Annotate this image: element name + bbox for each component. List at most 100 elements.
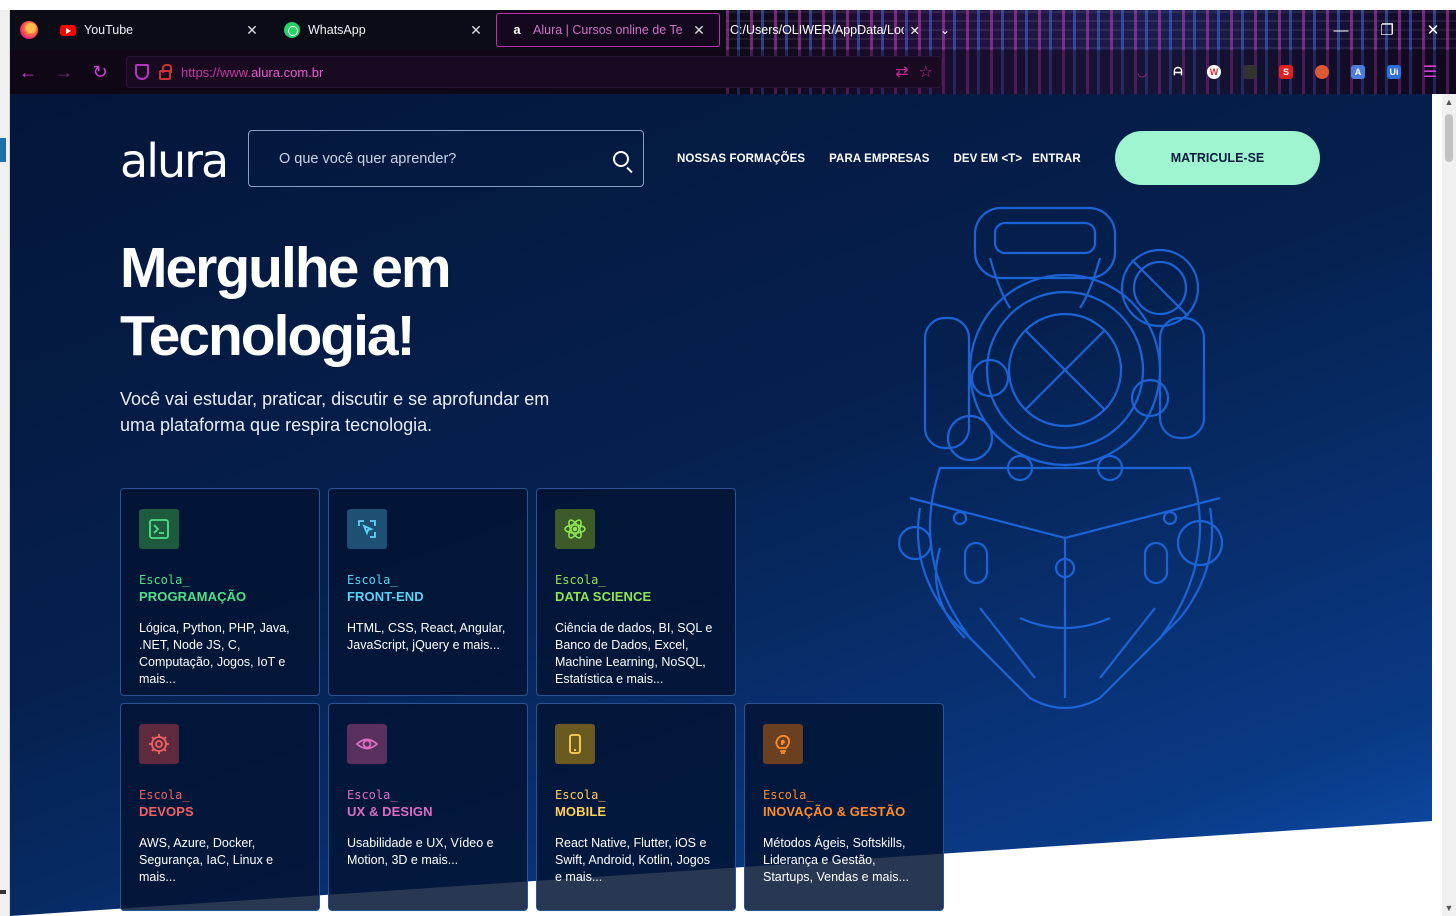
close-tab-icon[interactable]: ✕ xyxy=(468,22,484,39)
school-description: Lógica, Python, PHP, Java, .NET, Node JS… xyxy=(139,621,290,686)
tab-title: YouTube xyxy=(84,23,134,37)
tab-alura[interactable]: a Alura | Cursos online de Tecnol ✕ xyxy=(496,13,720,47)
school-prefix: Escola_ xyxy=(347,573,398,587)
school-card-front-end[interactable]: Escola_ FRONT-END HTML, CSS, React, Angu… xyxy=(328,488,528,696)
diving-helmet-illustration xyxy=(897,206,1224,709)
school-prefix: Escola_ xyxy=(555,573,606,587)
school-card-programacao[interactable]: Escola_ PROGRAMAÇÃO Lógica, Python, PHP,… xyxy=(120,488,320,696)
minimize-icon[interactable]: — xyxy=(1318,10,1364,50)
gear-icon xyxy=(139,724,179,764)
page-scrollbar[interactable]: ▲ ▼ xyxy=(1442,94,1456,916)
scrollbar-thumb[interactable] xyxy=(1445,114,1453,162)
web-page: alura O que você quer aprender? NOSSAS F… xyxy=(10,94,1432,916)
list-tabs-chevron-icon[interactable]: ⌄ xyxy=(930,10,960,50)
school-name: INOVAÇÃO & GESTÃO xyxy=(763,804,906,819)
lock-icon[interactable] xyxy=(159,63,172,80)
school-description: Usabilidade e UX, Vídeo e Motion, 3D e m… xyxy=(347,836,494,867)
hero-subtitle: Você vai estudar, praticar, discutir e s… xyxy=(120,389,550,435)
school-prefix: Escola_ xyxy=(555,788,606,802)
firefox-menu-button[interactable] xyxy=(10,10,48,50)
tab-whatsapp[interactable]: WhatsApp ✕ xyxy=(272,10,496,50)
tab-title: Alura | Cursos online de Tecnol xyxy=(533,23,683,37)
close-window-icon[interactable]: ✕ xyxy=(1410,10,1456,50)
search-input[interactable]: O que você quer aprender? xyxy=(248,130,644,187)
school-card-data-science[interactable]: Escola_ DATA SCIENCE Ciência de dados, B… xyxy=(536,488,736,696)
address-bar[interactable]: https://www.alura.com.br ⇄ ☆ xyxy=(126,56,942,88)
atom-icon xyxy=(555,509,595,549)
school-description: AWS, Azure, Docker, Segurança, IaC, Linu… xyxy=(139,836,274,884)
tab-youtube[interactable]: YouTube ✕ xyxy=(48,10,272,50)
navigation-toolbar: ← → ↻ https://www.alura.com.br ⇄ ☆ ◡ ᗩ W… xyxy=(10,50,1456,94)
menu-dev-em-t[interactable]: DEV EM <T> xyxy=(953,153,1022,165)
bookmark-star-icon[interactable]: ☆ xyxy=(919,62,933,82)
school-card-inovacao-gestao[interactable]: Escola_ INOVAÇÃO & GESTÃO Métodos Ágeis,… xyxy=(744,703,944,911)
cursor-frame-icon xyxy=(347,509,387,549)
extension-icon[interactable] xyxy=(1232,56,1268,88)
menu-para-empresas[interactable]: PARA EMPRESAS xyxy=(829,153,929,165)
menu-nossas-formacoes[interactable]: NOSSAS FORMAÇÕES xyxy=(677,153,805,165)
translate-extension-icon[interactable]: A xyxy=(1340,56,1376,88)
school-description: Ciência de dados, BI, SQL e Banco de Dad… xyxy=(555,621,713,686)
smartphone-icon xyxy=(555,724,595,764)
scroll-down-arrow-icon[interactable]: ▼ xyxy=(1442,900,1456,916)
extensions-area: ◡ ᗩ W S A Ui ☰ xyxy=(1124,56,1448,88)
scroll-up-arrow-icon[interactable]: ▲ xyxy=(1442,94,1456,110)
menu-entrar[interactable]: ENTRAR xyxy=(1032,153,1081,165)
hero-title-line-2: Tecnologia! xyxy=(120,304,416,368)
extension-icon[interactable]: Ui xyxy=(1376,56,1412,88)
school-description: React Native, Flutter, iOS e Swift, Andr… xyxy=(555,836,710,884)
forward-arrow-icon[interactable]: → xyxy=(46,50,82,94)
school-prefix: Escola_ xyxy=(763,788,814,802)
window-controls: — ❐ ✕ xyxy=(1318,10,1456,50)
school-description: Métodos Ágeis, Softskills, Liderança e G… xyxy=(763,836,909,884)
close-tab-icon[interactable]: ✕ xyxy=(691,22,707,39)
pocket-icon[interactable]: ◡ xyxy=(1124,56,1160,88)
hero-title-line-1: Mergulhe em xyxy=(120,236,452,300)
tracking-protection-shield-icon[interactable] xyxy=(135,64,149,80)
search-placeholder: O que você quer aprender? xyxy=(279,150,457,167)
duckduckgo-icon[interactable] xyxy=(1304,56,1340,88)
tab-file[interactable]: C:/Users/OLIWER/AppData/Local ✕ xyxy=(720,10,930,50)
app-menu-icon[interactable]: ☰ xyxy=(1412,56,1448,88)
alura-favicon-icon: a xyxy=(513,22,521,37)
school-card-ux-design[interactable]: Escola_ UX & DESIGN Usabilidade e UX, Ví… xyxy=(328,703,528,911)
school-name: MOBILE xyxy=(555,804,607,819)
back-arrow-icon[interactable]: ← xyxy=(10,50,46,94)
reload-icon[interactable]: ↻ xyxy=(82,50,118,94)
school-prefix: Escola_ xyxy=(139,788,190,802)
school-name: DATA SCIENCE xyxy=(555,589,652,604)
school-name: PROGRAMAÇÃO xyxy=(139,589,247,604)
restore-icon[interactable]: ❐ xyxy=(1364,10,1410,50)
tab-title: C:/Users/OLIWER/AppData/Local xyxy=(730,23,904,37)
left-window-edge xyxy=(0,10,10,916)
close-tab-icon[interactable]: ✕ xyxy=(910,23,920,38)
hero-title: Mergulhe em Tecnologia! xyxy=(120,234,640,370)
school-prefix: Escola_ xyxy=(347,788,398,802)
school-name: DEVOPS xyxy=(139,804,194,819)
matricule-se-button[interactable]: MATRICULE-SE xyxy=(1115,131,1320,185)
firefox-icon xyxy=(20,21,38,39)
url-text[interactable]: https://www.alura.com.br xyxy=(181,65,885,80)
wappalyzer-icon[interactable]: W xyxy=(1196,56,1232,88)
main-menu: NOSSAS FORMAÇÕES PARA EMPRESAS DEV EM <T… xyxy=(677,152,1126,166)
school-name: UX & DESIGN xyxy=(347,804,433,819)
tab-title: WhatsApp xyxy=(308,23,366,37)
terminal-icon xyxy=(139,509,179,549)
school-description: HTML, CSS, React, Angular, JavaScript, j… xyxy=(347,621,506,652)
hero-section: alura O que você quer aprender? NOSSAS F… xyxy=(10,94,1432,916)
alura-logo[interactable]: alura xyxy=(120,134,229,188)
search-icon[interactable] xyxy=(613,150,629,167)
school-prefix: Escola_ xyxy=(139,573,190,587)
school-card-mobile[interactable]: Escola_ MOBILE React Native, Flutter, iO… xyxy=(536,703,736,911)
window-frame-top xyxy=(0,0,1456,10)
lightbulb-icon xyxy=(763,724,803,764)
translate-icon[interactable]: ⇄ xyxy=(895,62,908,82)
eye-icon xyxy=(347,724,387,764)
school-name: FRONT-END xyxy=(347,589,424,604)
tab-bar: YouTube ✕ WhatsApp ✕ a Alura | Cursos on… xyxy=(10,10,1456,50)
close-tab-icon[interactable]: ✕ xyxy=(244,22,260,39)
extension-icon[interactable]: S xyxy=(1268,56,1304,88)
youtube-icon xyxy=(60,24,76,36)
extension-icon[interactable]: ᗩ xyxy=(1160,56,1196,88)
school-card-devops[interactable]: Escola_ DEVOPS AWS, Azure, Docker, Segur… xyxy=(120,703,320,911)
